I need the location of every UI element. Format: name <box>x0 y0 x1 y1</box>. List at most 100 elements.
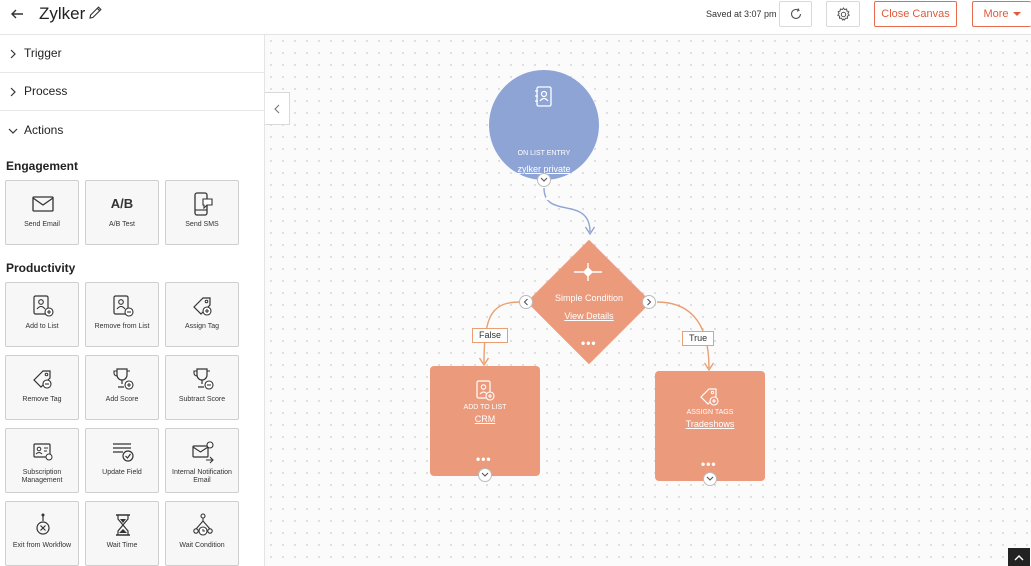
condition-true-toggle[interactable] <box>642 295 656 309</box>
tile-label: Add to List <box>25 323 59 330</box>
add-to-list-expand-button[interactable] <box>478 468 492 482</box>
refresh-icon <box>790 8 801 19</box>
tile-label: A/B Test <box>109 221 135 228</box>
notification-email-icon <box>192 441 214 464</box>
settings-button[interactable] <box>826 1 860 27</box>
workflow-canvas[interactable]: ON LIST ENTRY zylker private ••• Simple … <box>265 35 1031 566</box>
tile-add-to-list[interactable]: Add to List <box>5 282 79 347</box>
connector-entry-to-condition <box>543 187 591 233</box>
chevron-up-icon <box>1014 554 1024 560</box>
chevron-down-icon <box>8 128 18 134</box>
accordion-trigger[interactable]: Trigger <box>0 35 264 73</box>
view-details-link[interactable]: View Details <box>539 311 639 321</box>
tile-label: Add Score <box>105 396 139 403</box>
top-bar: Zylker Saved at 3:07 pm Close Canvas Mor… <box>0 0 1031 35</box>
ab-test-icon: A/B <box>110 196 134 211</box>
condition-title: Simple Condition <box>554 293 624 303</box>
tile-label: Update Field <box>102 469 142 476</box>
tile-label: Subscription Management <box>21 469 63 484</box>
tag-add-icon <box>700 388 719 406</box>
tile-update-field[interactable]: Update Field <box>85 428 159 493</box>
tile-send-email[interactable]: Send Email <box>5 180 79 245</box>
tile-ab-test[interactable]: A/B A/B Test <box>85 180 159 245</box>
chevron-right-icon <box>10 87 16 97</box>
update-field-icon <box>113 443 134 462</box>
tile-add-score[interactable]: Add Score <box>85 355 159 420</box>
add-contact-icon <box>33 295 54 317</box>
accordion-process[interactable]: Process <box>0 73 264 111</box>
accordion-label: Process <box>24 84 68 98</box>
tile-label: Subtract Score <box>178 396 226 403</box>
envelope-icon <box>32 196 54 212</box>
tile-subtract-score[interactable]: Subtract Score <box>165 355 239 420</box>
contact-book-icon <box>535 86 552 107</box>
accordion-label: Trigger <box>24 46 62 60</box>
tile-remove-from-list[interactable]: Remove from List <box>85 282 159 347</box>
accordion-actions[interactable]: Actions <box>0 112 264 150</box>
chevron-left-icon <box>523 298 528 306</box>
chevron-down-icon <box>706 476 714 481</box>
condition-false-toggle[interactable] <box>519 295 533 309</box>
tile-label: Wait Condition <box>179 542 225 549</box>
sms-icon <box>194 192 213 216</box>
tile-wait-condition[interactable]: Wait Condition <box>165 501 239 566</box>
saved-status: Saved at 3:07 pm <box>706 9 777 19</box>
tile-label: Remove Tag <box>22 396 62 403</box>
section-title-productivity: Productivity <box>6 261 76 275</box>
tile-remove-tag[interactable]: Remove Tag <box>5 355 79 420</box>
pencil-icon[interactable] <box>87 4 104 21</box>
wait-condition-icon <box>193 513 213 536</box>
entry-expand-button[interactable] <box>537 173 551 187</box>
assign-tags-node[interactable]: ASSIGN TAGS Tradeshows ••• <box>655 371 765 481</box>
add-contact-icon <box>476 380 495 401</box>
tile-subscription-management[interactable]: Subscription Management <box>5 428 79 493</box>
tile-send-sms[interactable]: Send SMS <box>165 180 239 245</box>
scroll-to-top-button[interactable] <box>1008 548 1030 566</box>
more-label: More <box>983 8 1009 20</box>
tile-label: Send SMS <box>185 221 219 228</box>
node-options-dots[interactable]: ••• <box>701 458 717 470</box>
chevron-right-icon <box>10 49 16 59</box>
node-type-label: ADD TO LIST <box>463 404 507 411</box>
more-menu-button[interactable]: More <box>972 1 1031 27</box>
node-options-dots[interactable]: ••• <box>535 192 551 204</box>
node-options-dots[interactable]: ••• <box>476 453 492 465</box>
tile-internal-notification-email[interactable]: Internal Notification Email <box>165 428 239 493</box>
accordion-label: Actions <box>24 123 64 137</box>
node-type-label: ON LIST ENTRY <box>517 150 571 157</box>
subscription-card-icon <box>33 443 53 461</box>
remove-contact-icon <box>113 295 134 317</box>
tile-wait-time[interactable]: Wait Time <box>85 501 159 566</box>
refresh-button[interactable] <box>779 1 812 27</box>
tile-exit-from-workflow[interactable]: Exit from Workflow <box>5 501 79 566</box>
workflow-title: Zylker <box>39 4 86 23</box>
trophy-subtract-icon <box>193 368 214 390</box>
tile-label: Send Email <box>24 221 60 228</box>
back-arrow-icon[interactable] <box>9 6 25 22</box>
tile-label: Wait Time <box>106 542 138 549</box>
trophy-add-icon <box>113 368 134 390</box>
tag-remove-icon <box>33 370 52 389</box>
tag-add-icon <box>193 297 212 316</box>
chevron-down-icon <box>540 177 548 182</box>
node-list-link[interactable]: CRM <box>430 414 540 424</box>
assign-tags-expand-button[interactable] <box>703 472 717 486</box>
gear-icon <box>836 6 850 21</box>
section-title-engagement: Engagement <box>6 159 79 173</box>
tile-label: Internal Notification Email <box>172 469 232 484</box>
condition-options-dots[interactable]: ••• <box>581 337 597 349</box>
chevron-down-icon <box>481 472 489 477</box>
split-icon <box>574 263 602 281</box>
false-branch-label: False <box>472 328 509 343</box>
tile-label: Assign Tag <box>184 323 220 330</box>
node-tag-link[interactable]: Tradeshows <box>655 419 765 429</box>
add-to-list-node[interactable]: ADD TO LIST CRM ••• <box>430 366 540 476</box>
hourglass-icon <box>116 514 130 536</box>
close-canvas-button[interactable]: Close Canvas <box>874 1 957 27</box>
caret-down-icon <box>1012 12 1021 16</box>
chevron-right-icon <box>647 298 652 306</box>
entry-node[interactable]: ON LIST ENTRY zylker private ••• <box>489 70 599 204</box>
node-type-label: ASSIGN TAGS <box>686 409 734 416</box>
actions-sidebar: Trigger Process Actions Engagement Send … <box>0 35 265 566</box>
tile-assign-tag[interactable]: Assign Tag <box>165 282 239 347</box>
